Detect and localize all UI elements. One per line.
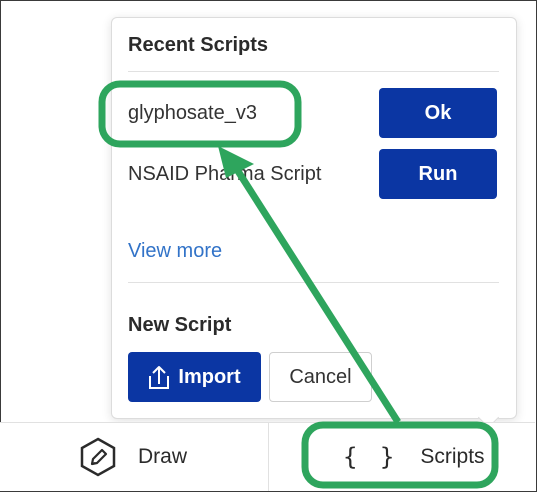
- import-button[interactable]: Import: [128, 352, 261, 402]
- braces-icon: { }: [343, 443, 399, 471]
- draw-tab[interactable]: Draw: [78, 423, 187, 491]
- view-more-link[interactable]: View more: [128, 240, 222, 263]
- ok-button[interactable]: Ok: [379, 88, 497, 138]
- upload-icon: [149, 366, 170, 389]
- cancel-button[interactable]: Cancel: [269, 352, 372, 402]
- scripts-tab[interactable]: { } Scripts: [343, 423, 485, 491]
- new-script-title: New Script: [128, 314, 232, 336]
- recent-divider: [128, 71, 499, 72]
- import-label: Import: [178, 365, 241, 388]
- bottom-toolbar: Draw { } Scripts: [0, 422, 535, 491]
- recent-script-item[interactable]: NSAID Pharma Script: [128, 163, 321, 186]
- run-button[interactable]: Run: [379, 149, 497, 199]
- new-script-divider: [128, 282, 499, 283]
- recent-scripts-title: Recent Scripts: [128, 34, 269, 56]
- scripts-label: Scripts: [420, 445, 485, 468]
- draw-label: Draw: [138, 445, 188, 468]
- recent-script-item[interactable]: glyphosate_v3: [128, 102, 257, 125]
- pencil-hexagon-icon: [80, 437, 116, 477]
- scripts-popover: Recent Scripts glyphosate_v3 Ok NSAID Ph…: [111, 17, 517, 419]
- bottom-bar-separator: [268, 423, 269, 491]
